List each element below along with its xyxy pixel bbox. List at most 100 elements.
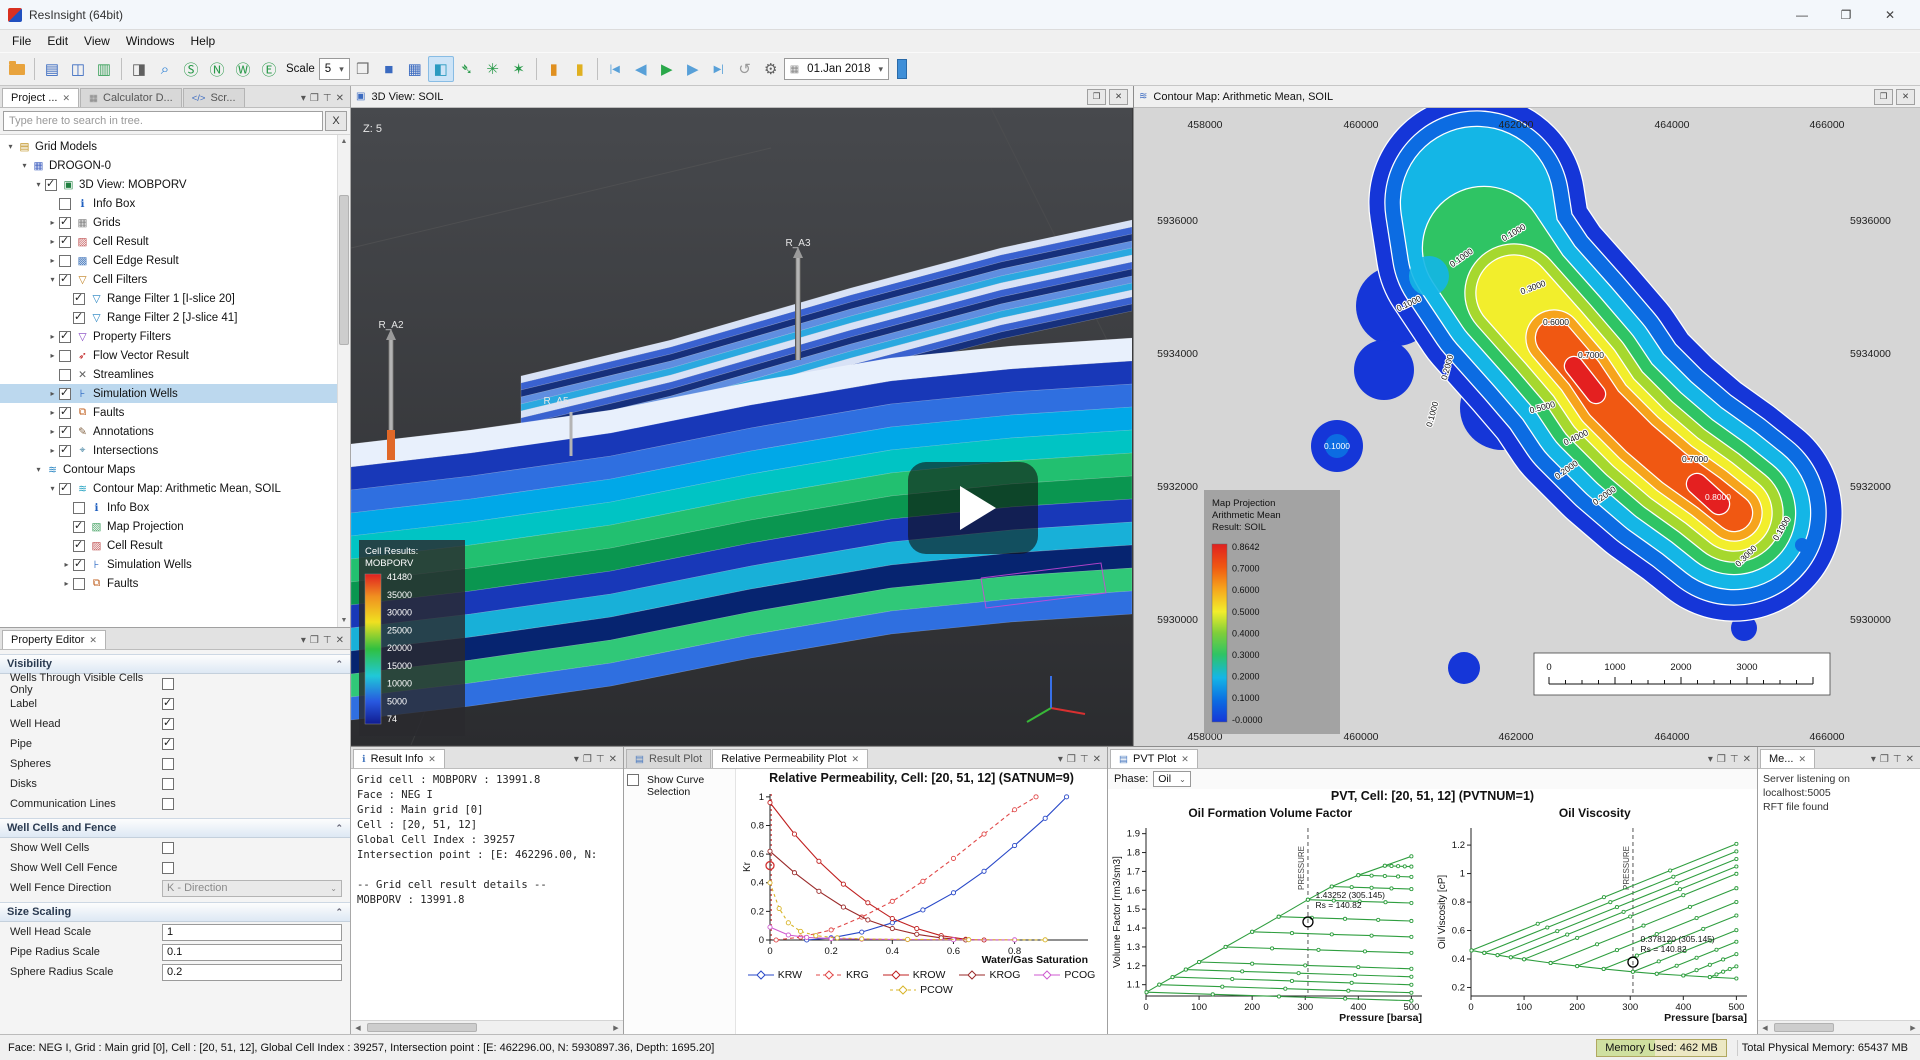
viscosity-plot[interactable]: 01002003004005000.20.40.60.811.2PRESSURE… bbox=[1435, 822, 1755, 1026]
show-well-cells-checkbox[interactable] bbox=[162, 842, 174, 854]
video-play-overlay[interactable] bbox=[908, 462, 1038, 554]
tree-search-input[interactable] bbox=[3, 111, 323, 131]
tree-item-info-box[interactable]: ℹInfo Box bbox=[0, 194, 337, 213]
close-panel-icon[interactable]: ✕ bbox=[1743, 754, 1751, 765]
contour-canvas[interactable]: 0.10000.10000.10000.30000.60000.70000.20… bbox=[1134, 108, 1920, 746]
pipe-checkbox[interactable] bbox=[162, 738, 174, 750]
panel-menu-icon[interactable]: ▾ bbox=[574, 754, 579, 765]
tree-checkbox[interactable] bbox=[73, 521, 85, 533]
close-button[interactable]: ✕ bbox=[1868, 1, 1912, 29]
link-views-button[interactable]: ◨ bbox=[126, 56, 152, 82]
fvf-plot[interactable]: 01002003004005001.11.21.31.41.51.61.71.8… bbox=[1110, 822, 1430, 1026]
animation-step-back-button[interactable]: ◀ bbox=[628, 56, 654, 82]
relperm-plot-host[interactable]: 00.20.40.60.800.20.40.60.81Water/Gas Sat… bbox=[740, 786, 1104, 968]
panel-menu-icon[interactable]: ▾ bbox=[301, 93, 306, 104]
tree-item-drogon-0[interactable]: ▾▦DROGON-0 bbox=[0, 156, 337, 175]
legend-item-krow[interactable]: KROW bbox=[883, 969, 946, 981]
animation-settings-button[interactable]: ⚙ bbox=[758, 56, 784, 82]
animation-step-forward-button[interactable]: ▶ bbox=[680, 56, 706, 82]
panel-menu-icon[interactable]: ▾ bbox=[1058, 754, 1063, 765]
tree-item-info-box[interactable]: ℹInfo Box bbox=[0, 498, 337, 517]
panel-menu-icon[interactable]: ▾ bbox=[1871, 754, 1876, 765]
legend-item-krw[interactable]: KRW bbox=[748, 969, 802, 981]
tree-item-range-filter-1-i-slice-20[interactable]: ▽Range Filter 1 [I-slice 20] bbox=[0, 289, 337, 308]
tree-checkbox[interactable] bbox=[73, 578, 85, 590]
tree-item-map-projection[interactable]: ▧Map Projection bbox=[0, 517, 337, 536]
close-view-button[interactable]: ✕ bbox=[1896, 89, 1915, 105]
wells-through-visible-cells-only-checkbox[interactable] bbox=[162, 678, 174, 690]
view-south-button[interactable]: Ⓢ bbox=[178, 56, 204, 82]
tree-item-annotations[interactable]: ▸✎Annotations bbox=[0, 422, 337, 441]
animation-last-button[interactable]: ▶| bbox=[706, 56, 732, 82]
tree-item-property-filters[interactable]: ▸▽Property Filters bbox=[0, 327, 337, 346]
tree-checkbox[interactable] bbox=[59, 388, 71, 400]
tree-checkbox[interactable] bbox=[73, 540, 85, 552]
animation-play-button[interactable]: ▶ bbox=[654, 56, 680, 82]
viewport-3d[interactable]: R_A3R_A2R_A5Z: 5Cell Results:MOBPORV4148… bbox=[351, 108, 1133, 746]
view-west-button[interactable]: Ⓦ bbox=[230, 56, 256, 82]
view-east-button[interactable]: Ⓔ bbox=[256, 56, 282, 82]
close-icon[interactable]: ✕ bbox=[1181, 754, 1189, 765]
tree-item-3d-view-mobporv[interactable]: ▾▣3D View: MOBPORV bbox=[0, 175, 337, 194]
pin-panel-icon[interactable]: ⊤ bbox=[596, 754, 605, 765]
close-icon[interactable]: ✕ bbox=[1798, 754, 1806, 765]
well-disks-button[interactable]: ✳ bbox=[480, 56, 506, 82]
tree-item-contour-maps[interactable]: ▾≋Contour Maps bbox=[0, 460, 337, 479]
tab-relative-permeability-plot[interactable]: Relative Permeability Plot ✕ bbox=[712, 749, 868, 768]
menu-help[interactable]: Help bbox=[183, 32, 224, 50]
close-panel-icon[interactable]: ✕ bbox=[336, 635, 344, 646]
maximize-button[interactable]: ❐ bbox=[1824, 1, 1868, 29]
disks-checkbox[interactable] bbox=[162, 778, 174, 790]
tree-item-range-filter-2-j-slice-41[interactable]: ▽Range Filter 2 [J-slice 41] bbox=[0, 308, 337, 327]
tree-checkbox[interactable] bbox=[59, 350, 71, 362]
tree-item-contour-map-arithmetic-mean-soil[interactable]: ▾≋Contour Map: Arithmetic Mean, SOIL bbox=[0, 479, 337, 498]
float-panel-icon[interactable]: ❐ bbox=[1880, 754, 1889, 765]
summary-plot-button[interactable]: ◫ bbox=[65, 56, 91, 82]
pin-panel-icon[interactable]: ⊤ bbox=[1080, 754, 1089, 765]
float-panel-icon[interactable]: ❐ bbox=[310, 93, 319, 104]
tree-item-cell-result[interactable]: ▨Cell Result bbox=[0, 536, 337, 555]
tree-checkbox[interactable] bbox=[59, 445, 71, 457]
legend-item-krg[interactable]: KRG bbox=[816, 969, 869, 981]
pin-panel-icon[interactable]: ⊤ bbox=[1893, 754, 1902, 765]
tree-item-simulation-wells[interactable]: ▸⊦Simulation Wells bbox=[0, 384, 337, 403]
tab-calculator-d[interactable]: ▦Calculator D... bbox=[80, 88, 182, 107]
tree-checkbox[interactable] bbox=[59, 483, 71, 495]
open-project-button[interactable] bbox=[4, 56, 30, 82]
tree-item-cell-edge-result[interactable]: ▸▩Cell Edge Result bbox=[0, 251, 337, 270]
close-view-button[interactable]: ✕ bbox=[1109, 89, 1128, 105]
animation-repeat-button[interactable]: ↺ bbox=[732, 56, 758, 82]
tree-checkbox[interactable] bbox=[59, 407, 71, 419]
float-panel-icon[interactable]: ❐ bbox=[310, 635, 319, 646]
search-clear-button[interactable]: X bbox=[325, 111, 347, 131]
scale-select[interactable]: 5▾ bbox=[319, 58, 350, 80]
sphere-radius-scale-input[interactable]: 0.2 bbox=[162, 964, 342, 981]
tree-checkbox[interactable] bbox=[59, 236, 71, 248]
j-slice-filter-button[interactable]: ▮ bbox=[567, 56, 593, 82]
scroll-thumb[interactable] bbox=[339, 195, 349, 345]
perspective-view-button[interactable]: ❒ bbox=[350, 56, 376, 82]
tab-pvt-plot[interactable]: ▤ PVT Plot ✕ bbox=[1110, 749, 1198, 768]
show-well-paths-button[interactable]: ➴ bbox=[454, 56, 480, 82]
scroll-thumb[interactable] bbox=[1774, 1023, 1834, 1032]
pin-panel-icon[interactable]: ⊤ bbox=[323, 635, 332, 646]
tree-item-faults[interactable]: ▸⧉Faults bbox=[0, 403, 337, 422]
timestep-select[interactable]: ▦01.Jan 2018▾ bbox=[784, 58, 889, 80]
mesh-drawstyle-button[interactable]: ▦ bbox=[402, 56, 428, 82]
tree-item-intersections[interactable]: ▸⌖Intersections bbox=[0, 441, 337, 460]
menu-edit[interactable]: Edit bbox=[39, 32, 76, 50]
section-well-cells-and-fence[interactable]: Well Cells and Fence⌃ bbox=[0, 818, 350, 838]
faults-drawstyle-button[interactable]: ◧ bbox=[428, 56, 454, 82]
scroll-down-icon[interactable]: ▼ bbox=[338, 614, 350, 627]
hide-grid-cells-button[interactable]: ✶ bbox=[506, 56, 532, 82]
panel-menu-icon[interactable]: ▾ bbox=[1708, 754, 1713, 765]
tree-item-cell-filters[interactable]: ▾▽Cell Filters bbox=[0, 270, 337, 289]
float-panel-icon[interactable]: ❐ bbox=[583, 754, 592, 765]
panel-menu-icon[interactable]: ▾ bbox=[301, 635, 306, 646]
tab-result-info[interactable]: ℹ Result Info ✕ bbox=[353, 749, 445, 768]
tree-item-cell-result[interactable]: ▸▨Cell Result bbox=[0, 232, 337, 251]
scroll-thumb[interactable] bbox=[367, 1023, 477, 1032]
tree-checkbox[interactable] bbox=[59, 217, 71, 229]
show-well-cell-fence-checkbox[interactable] bbox=[162, 862, 174, 874]
pipe-radius-scale-input[interactable]: 0.1 bbox=[162, 944, 342, 961]
